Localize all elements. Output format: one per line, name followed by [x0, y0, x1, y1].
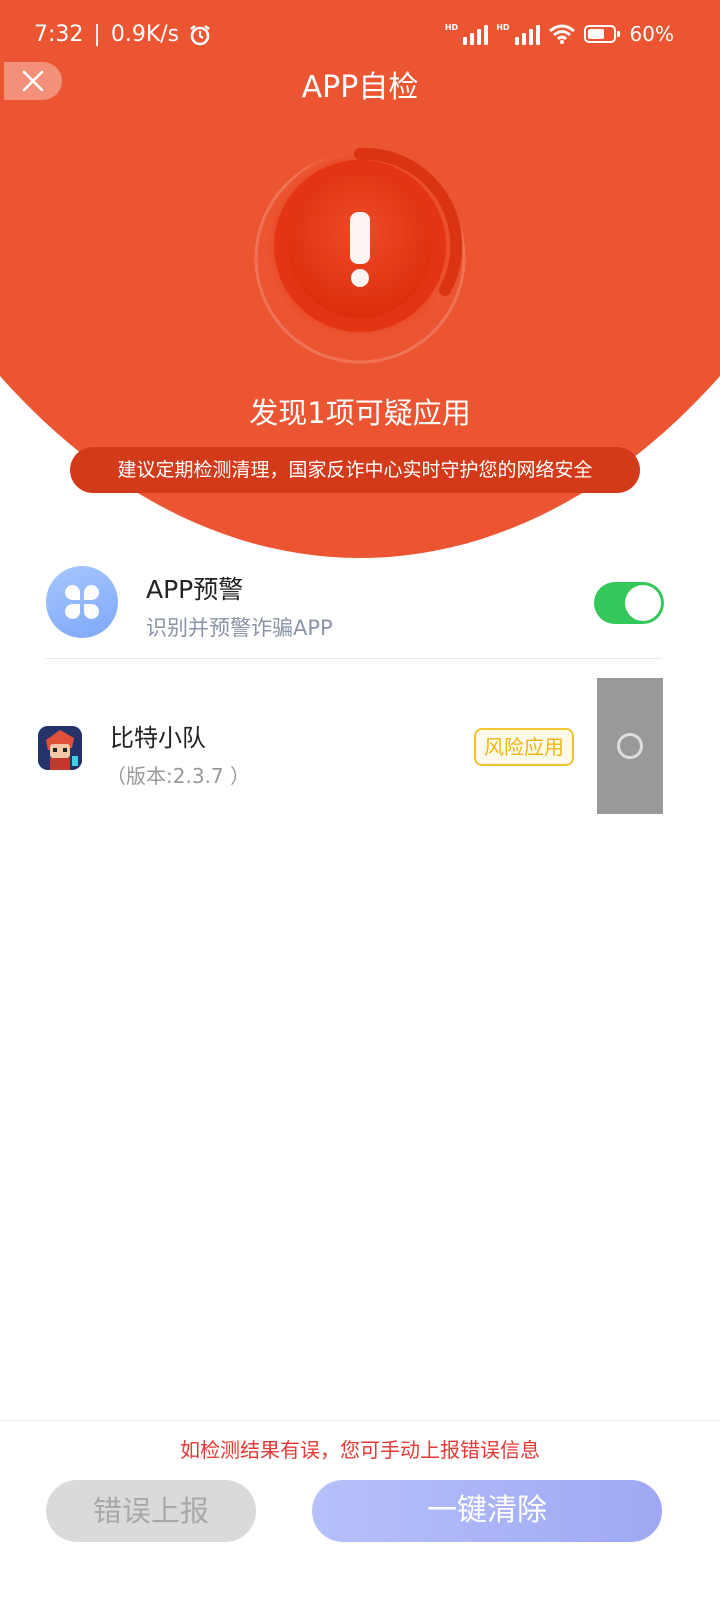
app-grid-icon	[46, 566, 118, 638]
status-time: 7:32	[34, 22, 84, 47]
select-app-checkbox[interactable]	[597, 678, 663, 814]
page-title: APP自检	[301, 70, 419, 105]
signal-icon: HD	[445, 23, 489, 45]
risk-badge: 风险应用	[474, 728, 574, 766]
feature-name: APP预警	[146, 575, 244, 604]
footer-divider	[0, 1420, 720, 1421]
feature-description: 识别并预警诈骗APP	[146, 616, 333, 640]
scan-result-headline: 发现1项可疑应用	[249, 396, 471, 430]
battery-icon	[583, 25, 620, 43]
app-warning-toggle[interactable]	[594, 582, 664, 624]
toggle-knob	[625, 585, 661, 621]
network-speed: 0.9K/s	[110, 22, 180, 47]
warning-shield-icon	[254, 147, 466, 364]
wifi-icon	[548, 24, 575, 44]
list-item[interactable]: 比特小队 （版本:2.3.7 ） 风险应用	[0, 678, 720, 816]
app-version: （版本:2.3.7 ）	[106, 764, 250, 788]
status-separator: |	[93, 22, 101, 47]
advice-banner: 建议定期检测清理，国家反诈中心实时守护您的网络安全	[70, 447, 640, 493]
app-icon	[38, 726, 82, 770]
status-left: 7:32 | 0.9K/s	[34, 22, 211, 47]
app-name: 比特小队	[110, 724, 206, 752]
signal-icon-2: HD	[496, 23, 540, 45]
app-warning-feature: APP预警 识别并预警诈骗APP	[0, 560, 720, 660]
report-error-button[interactable]: 错误上报	[46, 1480, 256, 1542]
footer-note: 如检测结果有误，您可手动上报错误信息	[180, 1438, 540, 1462]
radio-circle-icon	[617, 733, 643, 759]
battery-level: 60%	[629, 22, 674, 46]
app-self-check-screen: 7:32 | 0.9K/s HD HD 60% APP自检 发现1项可疑应用 建…	[0, 0, 720, 1600]
status-right: HD HD 60%	[445, 22, 674, 46]
game-character-icon	[38, 726, 82, 770]
one-click-clean-button[interactable]: 一键清除	[312, 1480, 662, 1542]
alarm-icon	[190, 24, 210, 45]
divider	[46, 658, 662, 659]
